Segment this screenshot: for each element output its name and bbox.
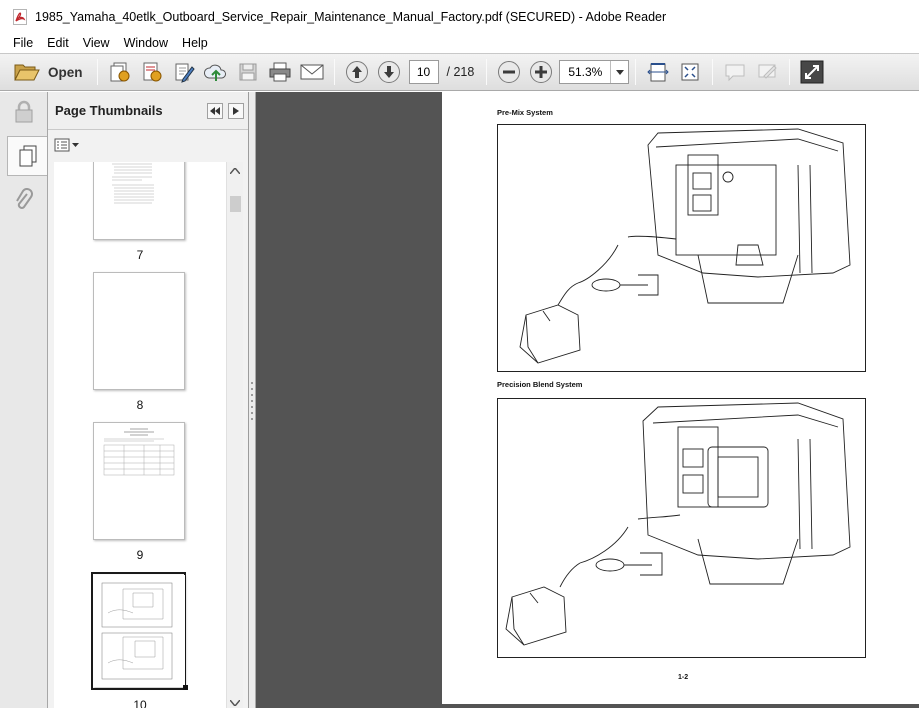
zoom-out-button[interactable] bbox=[495, 58, 523, 86]
menu-edit[interactable]: Edit bbox=[40, 33, 76, 53]
pane-splitter[interactable] bbox=[249, 92, 256, 708]
thumbnail-page-10[interactable] bbox=[93, 575, 188, 690]
navigation-pane-strip bbox=[0, 92, 48, 708]
zoom-value: 51.3% bbox=[568, 65, 603, 79]
thumbnail-options[interactable] bbox=[48, 130, 248, 160]
print-button[interactable] bbox=[266, 58, 294, 86]
toolbar-separator bbox=[635, 59, 637, 85]
outboard-engine-illustration bbox=[505, 402, 851, 646]
create-pdf-icon bbox=[110, 62, 130, 82]
expand-arrows-icon bbox=[800, 60, 824, 84]
zoom-in-plus-icon bbox=[530, 61, 553, 83]
edit-pencil-icon bbox=[175, 63, 195, 83]
arrow-down-circle-icon bbox=[377, 61, 400, 83]
save-button[interactable] bbox=[234, 58, 262, 86]
fit-width-icon bbox=[647, 63, 670, 82]
toolbar-separator bbox=[789, 59, 791, 85]
menu-bar: File Edit View Window Help bbox=[0, 33, 919, 53]
printer-icon bbox=[269, 62, 291, 82]
window-title: 1985_Yamaha_40etlk_Outboard_Service_Repa… bbox=[35, 9, 667, 24]
thumbnails-scrollbar[interactable] bbox=[226, 162, 243, 708]
menu-help[interactable]: Help bbox=[175, 33, 215, 53]
previous-page-button[interactable] bbox=[343, 58, 371, 86]
panel-title: Page Thumbnails bbox=[55, 103, 163, 118]
highlight-button[interactable] bbox=[753, 58, 781, 86]
menu-file[interactable]: File bbox=[6, 33, 40, 53]
collapse-panel-button[interactable] bbox=[207, 103, 223, 119]
export-pdf-button[interactable] bbox=[138, 58, 166, 86]
zoom-out-minus-icon bbox=[498, 61, 521, 83]
scrollbar-thumb[interactable] bbox=[230, 196, 241, 212]
upload-cloud-button[interactable] bbox=[202, 58, 230, 86]
page-thumbnails-tab[interactable] bbox=[7, 136, 47, 176]
precision-blend-diagram bbox=[497, 398, 866, 658]
page-number-input[interactable]: 10 bbox=[408, 60, 439, 84]
double-chevron-left-icon bbox=[210, 107, 220, 115]
toolbar-separator bbox=[712, 59, 714, 85]
fit-page-icon bbox=[681, 63, 699, 81]
comment-bubble-icon bbox=[725, 64, 745, 82]
toolbar-separator bbox=[333, 59, 335, 85]
thumbnails-list: 7 8 9 10 bbox=[54, 162, 226, 708]
pages-icon bbox=[19, 145, 36, 167]
caption-pre-mix: Pre-Mix System bbox=[497, 108, 553, 117]
save-disk-icon bbox=[239, 63, 257, 81]
title-bar: 1985_Yamaha_40etlk_Outboard_Service_Repa… bbox=[0, 0, 919, 33]
thumbnails-header: Page Thumbnails bbox=[48, 92, 248, 130]
next-page-button[interactable] bbox=[375, 58, 403, 86]
pdf-page: Pre-Mix System Precision Blend System 1-… bbox=[442, 92, 919, 704]
chevron-right-icon bbox=[233, 107, 239, 115]
edit-pdf-button[interactable] bbox=[170, 58, 198, 86]
menu-window[interactable]: Window bbox=[117, 33, 175, 53]
scroll-down-icon[interactable] bbox=[230, 700, 240, 706]
thumbnail-page-8[interactable] bbox=[93, 272, 185, 390]
thumbnail-content bbox=[101, 582, 173, 680]
toolbar-separator bbox=[96, 59, 98, 85]
create-pdf-button[interactable] bbox=[106, 58, 134, 86]
acrobat-pdf-icon bbox=[13, 8, 27, 25]
thumbnail-content bbox=[112, 163, 154, 204]
toolbar: Open 10 / 218 51.3% bbox=[0, 53, 919, 91]
adobe-reader-window: 1985_Yamaha_40etlk_Outboard_Service_Repa… bbox=[0, 0, 919, 708]
thumbnail-page-9[interactable] bbox=[93, 422, 185, 540]
markup-pen-icon bbox=[758, 64, 778, 79]
options-menu-icon bbox=[54, 138, 79, 152]
thumbnail-label-7: 7 bbox=[136, 248, 144, 262]
selection-handle[interactable] bbox=[183, 685, 188, 690]
arrow-up-circle-icon bbox=[345, 61, 368, 83]
page-thumbnails-panel: Page Thumbnails 7 8 9 10 bbox=[48, 92, 249, 708]
outboard-engine-illustration bbox=[519, 128, 851, 364]
page-number-label: 1-2 bbox=[678, 674, 689, 681]
thumbnail-label-9: 9 bbox=[136, 548, 144, 562]
toolbar-separator bbox=[486, 59, 488, 85]
caption-precision-blend: Precision Blend System bbox=[497, 380, 583, 389]
pre-mix-diagram bbox=[497, 124, 866, 372]
menu-view[interactable]: View bbox=[76, 33, 117, 53]
open-button[interactable]: Open bbox=[14, 58, 83, 86]
fit-page-button[interactable] bbox=[644, 58, 672, 86]
sticky-note-button[interactable] bbox=[721, 58, 749, 86]
email-button[interactable] bbox=[298, 58, 326, 86]
thumbnail-label-10: 10 bbox=[133, 698, 147, 708]
thumbnail-content bbox=[103, 428, 175, 476]
export-pdf-icon bbox=[143, 62, 162, 82]
envelope-icon bbox=[300, 64, 324, 80]
thumbnail-label-8: 8 bbox=[136, 398, 144, 412]
lock-icon[interactable] bbox=[14, 100, 34, 124]
panel-options-arrow-button[interactable] bbox=[228, 103, 244, 119]
page-total: / 218 bbox=[446, 65, 475, 79]
paperclip-icon[interactable] bbox=[14, 188, 34, 214]
cloud-upload-icon bbox=[203, 64, 226, 81]
fit-window-button[interactable] bbox=[676, 58, 704, 86]
zoom-select[interactable]: 51.3% bbox=[559, 60, 630, 84]
thumbnail-page-7[interactable] bbox=[93, 162, 185, 240]
folder-open-icon bbox=[14, 64, 40, 81]
chevron-down-icon[interactable] bbox=[610, 61, 628, 83]
scroll-up-icon[interactable] bbox=[230, 168, 240, 174]
full-screen-button[interactable] bbox=[798, 58, 826, 86]
zoom-in-button[interactable] bbox=[527, 58, 555, 86]
splitter-grip-icon bbox=[251, 382, 253, 420]
document-view[interactable]: Pre-Mix System Precision Blend System 1-… bbox=[256, 92, 919, 708]
open-label: Open bbox=[48, 64, 83, 80]
